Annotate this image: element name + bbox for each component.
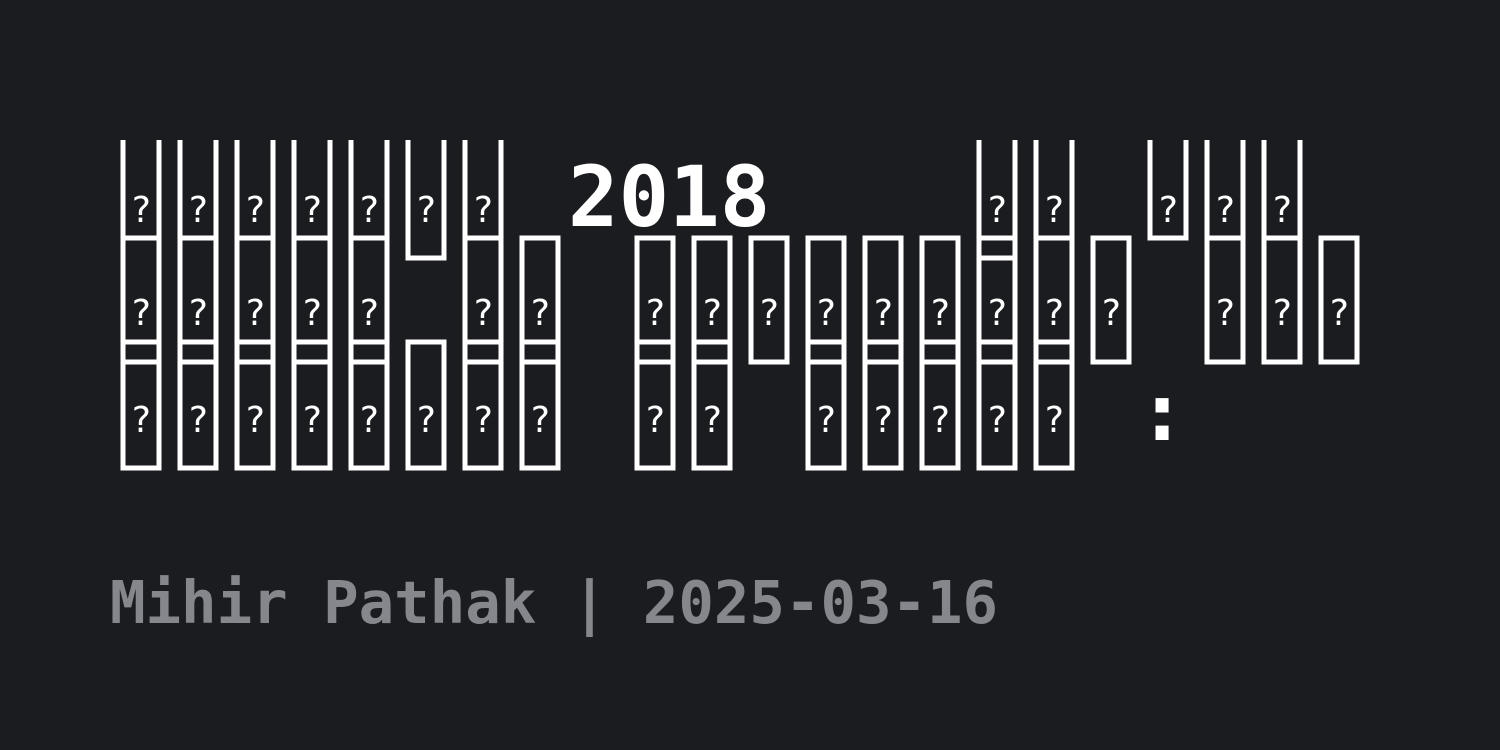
placeholder-glyph: ? xyxy=(986,293,1008,334)
placeholder-glyph: ? xyxy=(358,400,380,441)
missing-glyph-box: ? xyxy=(120,140,162,241)
placeholder-glyph: ? xyxy=(529,293,551,334)
missing-glyph-box: ? xyxy=(348,140,390,241)
placeholder-glyph: ? xyxy=(1100,293,1122,334)
placeholder-glyph: ? xyxy=(929,293,951,334)
title-card: ????????????????????????????????????????… xyxy=(0,0,1500,750)
placeholder-glyph: ? xyxy=(1043,190,1065,231)
placeholder-glyph: ? xyxy=(815,400,837,441)
title-year: 2018 xyxy=(568,148,770,246)
missing-glyph-box: ? xyxy=(405,140,447,261)
placeholder-glyph: ? xyxy=(130,400,152,441)
author-name: Mihir Pathak xyxy=(110,568,537,637)
placeholder-glyph: ? xyxy=(244,293,266,334)
missing-glyph-box: ? xyxy=(291,140,333,241)
missing-glyph-box: ? xyxy=(1090,235,1132,365)
missing-glyph-box: ? xyxy=(748,235,790,365)
placeholder-glyph: ? xyxy=(187,190,209,231)
placeholder-glyph: ? xyxy=(415,190,437,231)
missing-glyph-box: ? xyxy=(1261,235,1303,365)
byline-separator: | xyxy=(571,568,608,637)
placeholder-glyph: ? xyxy=(130,190,152,231)
placeholder-glyph: ? xyxy=(986,400,1008,441)
missing-glyph-box: ? xyxy=(1204,235,1246,365)
placeholder-glyph: ? xyxy=(758,293,780,334)
placeholder-glyph: ? xyxy=(358,190,380,231)
placeholder-glyph: ? xyxy=(701,400,723,441)
missing-glyph-box: ? xyxy=(177,140,219,241)
placeholder-glyph: ? xyxy=(529,400,551,441)
placeholder-glyph: ? xyxy=(472,400,494,441)
placeholder-glyph: ? xyxy=(472,293,494,334)
placeholder-glyph: ? xyxy=(244,400,266,441)
missing-glyph-box: ? xyxy=(1318,235,1360,365)
placeholder-glyph: ? xyxy=(301,400,323,441)
placeholder-glyph: ? xyxy=(415,400,437,441)
placeholder-glyph: ? xyxy=(644,400,666,441)
placeholder-glyph: ? xyxy=(872,400,894,441)
missing-glyph-box: ? xyxy=(234,140,276,241)
title-colon: : xyxy=(1138,366,1186,459)
placeholder-glyph: ? xyxy=(301,190,323,231)
placeholder-glyph: ? xyxy=(929,400,951,441)
missing-glyph-box: ? xyxy=(1261,140,1303,241)
missing-glyph-box: ? xyxy=(1033,140,1075,241)
placeholder-glyph: ? xyxy=(1043,400,1065,441)
byline: Mihir Pathak | 2025-03-16 xyxy=(110,568,998,637)
missing-glyph-box: ? xyxy=(405,339,447,471)
missing-glyph-box: ? xyxy=(1204,140,1246,241)
placeholder-glyph: ? xyxy=(986,190,1008,231)
placeholder-glyph: ? xyxy=(872,293,894,334)
placeholder-glyph: ? xyxy=(130,293,152,334)
placeholder-glyph: ? xyxy=(301,293,323,334)
placeholder-glyph: ? xyxy=(1271,190,1293,231)
placeholder-glyph: ? xyxy=(1214,293,1236,334)
placeholder-glyph: ? xyxy=(472,190,494,231)
missing-glyph-box: ? xyxy=(462,140,504,241)
placeholder-glyph: ? xyxy=(1328,293,1350,334)
post-title: ????????????????????????????????????????… xyxy=(120,140,1360,471)
placeholder-glyph: ? xyxy=(187,400,209,441)
placeholder-glyph: ? xyxy=(644,293,666,334)
placeholder-glyph: ? xyxy=(187,293,209,334)
placeholder-glyph: ? xyxy=(1214,190,1236,231)
placeholder-glyph: ? xyxy=(815,293,837,334)
placeholder-glyph: ? xyxy=(1271,293,1293,334)
placeholder-glyph: ? xyxy=(244,190,266,231)
publish-date: 2025-03-16 xyxy=(642,568,999,637)
placeholder-glyph: ? xyxy=(1043,293,1065,334)
missing-glyph-box: ? xyxy=(1147,140,1189,241)
placeholder-glyph: ? xyxy=(1157,190,1179,231)
placeholder-glyph: ? xyxy=(701,293,723,334)
placeholder-glyph: ? xyxy=(358,293,380,334)
